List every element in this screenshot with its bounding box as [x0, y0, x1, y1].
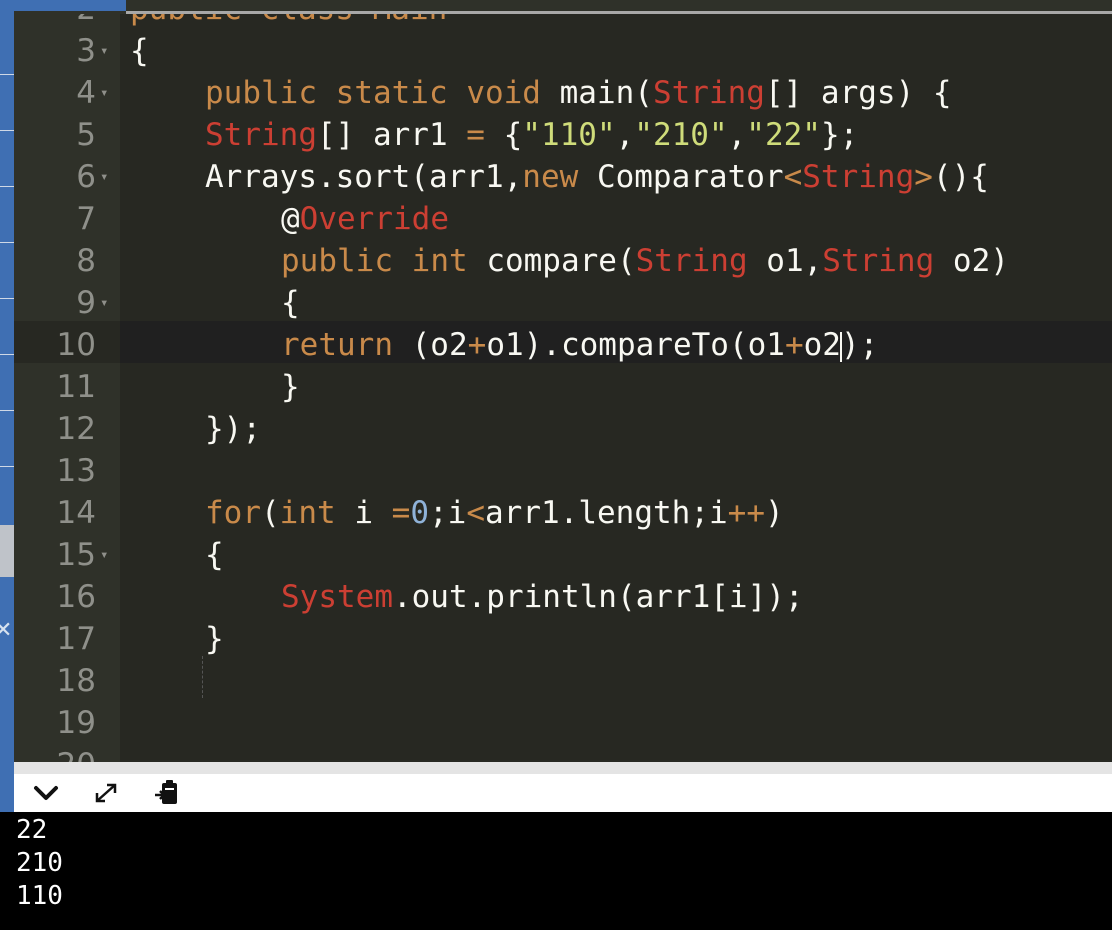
clipboard-icon[interactable] [150, 778, 182, 808]
code-line-7[interactable]: 7 @Override [14, 198, 1112, 240]
code-editor[interactable]: 2 public class Main 3 ▾ { 4 ▾ public sta… [14, 14, 1112, 762]
code-line-20[interactable]: 20 [14, 744, 1112, 762]
line-number: 20 [14, 744, 96, 762]
code-line-11[interactable]: 11 } [14, 366, 1112, 408]
console-output: 22 210 110 [0, 812, 1112, 930]
code-line-16[interactable]: 16 System.out.println(arr1[i]); [14, 576, 1112, 618]
console-line: 210 [16, 848, 63, 878]
line-number: 7 [76, 201, 96, 237]
code-line-2[interactable]: 2 public class Main [14, 14, 1112, 30]
line-number: 18 [56, 663, 96, 699]
line-number: 14 [56, 495, 96, 531]
code-line-9[interactable]: 9 ▾ { [14, 282, 1112, 324]
strip-scroll-thumb[interactable] [0, 525, 14, 577]
chevron-down-icon[interactable] [30, 778, 62, 808]
line-code: public static void main(String[] args) { [205, 75, 952, 111]
line-code: }); [205, 411, 261, 447]
code-line-19[interactable]: 19 [14, 702, 1112, 744]
line-code: @Override [281, 201, 449, 237]
console-line: 110 [16, 881, 63, 911]
fold-arrow-icon[interactable]: ▾ [100, 156, 108, 198]
line-number: 17 [56, 621, 96, 657]
line-code: for(int i =0;i<arr1.length;i++) [205, 495, 784, 531]
line-code: String[] arr1 = {"110","210","22"}; [205, 117, 859, 153]
strip-divider [0, 130, 14, 131]
fold-arrow-icon[interactable]: ▾ [100, 282, 108, 324]
line-code: } [205, 621, 224, 657]
line-number: 12 [56, 411, 96, 447]
expand-arrows-icon[interactable] [90, 778, 122, 808]
line-code: { [281, 285, 300, 321]
strip-divider [0, 186, 14, 187]
line-code: Arrays.sort(arr1,new Comparator<String>(… [205, 159, 989, 195]
code-line-8[interactable]: 8 public int compare(String o1,String o2… [14, 240, 1112, 282]
line-number: 3 [76, 33, 96, 69]
line-number: 19 [56, 705, 96, 741]
app-window: ✕ 2 public class Main 3 ▾ { 4 ▾ public s… [0, 0, 1112, 930]
code-line-17[interactable]: 17 } [14, 618, 1112, 660]
line-code: return (o2+o1).compareTo(o1+o2); [281, 327, 879, 363]
line-number: 13 [56, 453, 96, 489]
code-line-18[interactable]: 18 [14, 660, 1112, 702]
fold-arrow-icon[interactable]: ▾ [100, 534, 108, 576]
close-panel-icon[interactable]: ✕ [0, 620, 12, 642]
code-line-13[interactable]: 13 [14, 450, 1112, 492]
fold-arrow-icon[interactable]: ▾ [100, 72, 108, 114]
line-code: } [281, 369, 300, 405]
line-code: System.out.println(arr1[i]); [281, 579, 804, 615]
indent-guide [202, 656, 203, 698]
line-number: 15 [56, 537, 96, 573]
line-number: 10 [56, 327, 96, 363]
line-number: 9 [76, 285, 96, 321]
line-number: 4 [76, 75, 96, 111]
line-number: 6 [76, 159, 96, 195]
strip-divider [0, 298, 14, 299]
code-line-5[interactable]: 5 String[] arr1 = {"110","210","22"}; [14, 114, 1112, 156]
line-number: 11 [56, 369, 96, 405]
line-code: { [130, 33, 149, 69]
line-code: public int compare(String o1,String o2) [281, 243, 1009, 279]
line-number: 16 [56, 579, 96, 615]
code-line-4[interactable]: 4 ▾ public static void main(String[] arg… [14, 72, 1112, 114]
line-number: 8 [76, 243, 96, 279]
tab-bar [14, 0, 1112, 14]
panel-resize-handle[interactable] [14, 762, 1112, 774]
strip-divider [0, 242, 14, 243]
code-line-6[interactable]: 6 ▾ Arrays.sort(arr1,new Comparator<Stri… [14, 156, 1112, 198]
fold-arrow-icon[interactable]: ▾ [100, 30, 108, 72]
console-line: 22 [16, 815, 48, 845]
line-number: 5 [76, 117, 96, 153]
strip-divider [0, 466, 14, 467]
strip-divider [0, 354, 14, 355]
line-code: { [205, 537, 224, 573]
left-side-strip: ✕ [0, 0, 14, 930]
output-toolbar [14, 774, 1112, 812]
code-line-15[interactable]: 15 ▾ { [14, 534, 1112, 576]
code-line-12[interactable]: 12 }); [14, 408, 1112, 450]
strip-divider [0, 410, 14, 411]
code-line-3[interactable]: 3 ▾ { [14, 30, 1112, 72]
line-text: public class Main [130, 14, 447, 30]
strip-divider [0, 74, 14, 75]
code-line-10[interactable]: 10 return (o2+o1).compareTo(o1+o2); [14, 324, 1112, 366]
line-number: 2 [14, 14, 96, 30]
active-tab[interactable] [14, 0, 126, 11]
code-line-14[interactable]: 14 for(int i =0;i<arr1.length;i++) [14, 492, 1112, 534]
